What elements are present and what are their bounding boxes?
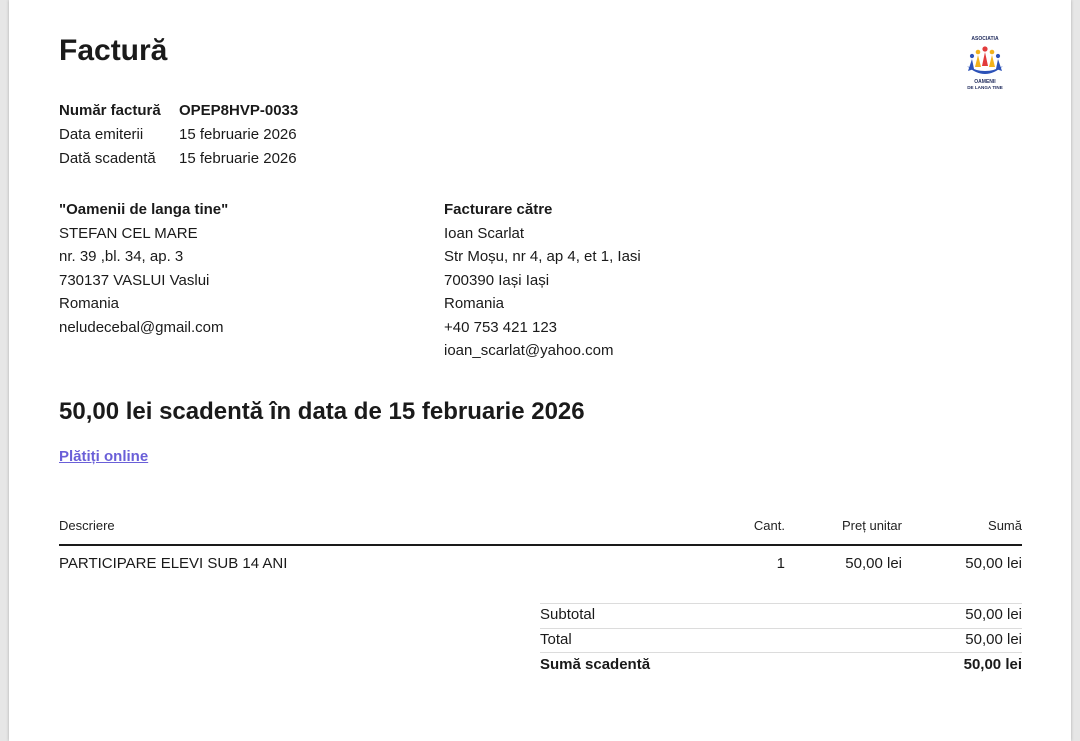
row-qty: 1: [776, 555, 785, 572]
table-header-divider: [59, 544, 1022, 546]
billing-line: 700390 Iași Iași: [444, 271, 550, 289]
invoice-number-label: Număr factură: [59, 102, 161, 119]
col-header-amount: Sumă: [988, 518, 1022, 533]
seller-block: "Oamenii de langa tine" STEFAN CEL MARE …: [59, 198, 228, 339]
amount-due-value: 50,00 lei: [963, 656, 1022, 673]
row-unit-price: 50,00 lei: [845, 555, 902, 572]
issue-date-label: Data emiterii: [59, 126, 144, 143]
due-date-row: Dată scadentă 15 februarie 2026: [59, 150, 297, 167]
due-summary: 50,00 lei scadentă în data de 15 februar…: [59, 398, 585, 425]
seller-email: neludecebal@gmail.com: [59, 318, 224, 336]
billing-block: Facturare către Ioan Scarlat Str Moșu, n…: [444, 198, 641, 363]
issue-date-row: Data emiterii 15 februarie 2026: [59, 126, 297, 143]
seller-line: nr. 39 ,bl. 34, ap. 3: [59, 248, 184, 265]
billing-line: Ioan Scarlat: [444, 224, 525, 242]
col-header-qty: Cant.: [753, 518, 785, 533]
total-label: Total: [540, 631, 572, 648]
invoice-number-row: Număr factură OPEP8HVP-0033: [59, 102, 298, 119]
total-divider: [540, 628, 1022, 629]
association-logo: ASOCIATIA OAMENII DE LANGA TINE: [953, 36, 1017, 96]
invoice-title: Factură: [59, 34, 168, 67]
total-value: 50,00 lei: [965, 631, 1022, 648]
invoice-page: Factură ASOCIATIA OAMENII DE LANGA TINE …: [9, 0, 1071, 741]
billing-email: ioan_scarlat@yahoo.com: [444, 342, 614, 359]
seller-name: "Oamenii de langa tine": [59, 201, 229, 218]
issue-date-value: 15 februarie 2026: [179, 126, 297, 143]
billing-phone: +40 753 421 123: [444, 318, 558, 336]
billing-line: Romania: [444, 295, 505, 312]
seller-line: Romania: [59, 295, 120, 312]
subtotal-value: 50,00 lei: [965, 606, 1022, 623]
billing-line: Str Moșu, nr 4, ap 4, et 1, Iasi: [444, 248, 641, 265]
pay-online-link[interactable]: Plătiți online: [59, 448, 148, 465]
due-date-value: 15 februarie 2026: [179, 150, 297, 167]
row-description: PARTICIPARE ELEVI SUB 14 ANI: [59, 555, 288, 572]
invoice-number-value: OPEP8HVP-0033: [179, 102, 299, 119]
amount-due-divider: [540, 652, 1022, 653]
billing-heading: Facturare către: [444, 201, 553, 218]
col-header-description: Descriere: [59, 518, 115, 533]
col-header-unit-price: Preț unitar: [842, 518, 902, 533]
subtotal-label: Subtotal: [540, 606, 596, 623]
logo-bottom-text-2: DE LANGA TINE: [967, 85, 1003, 90]
subtotal-divider: [540, 603, 1022, 604]
people-logo-icon: [967, 46, 1003, 74]
seller-line: STEFAN CEL MARE: [59, 224, 198, 242]
amount-due-label: Sumă scadentă: [540, 656, 651, 673]
due-date-label: Dată scadentă: [59, 150, 156, 167]
row-amount: 50,00 lei: [965, 555, 1022, 572]
seller-line: 730137 VASLUI Vaslui: [59, 271, 210, 289]
